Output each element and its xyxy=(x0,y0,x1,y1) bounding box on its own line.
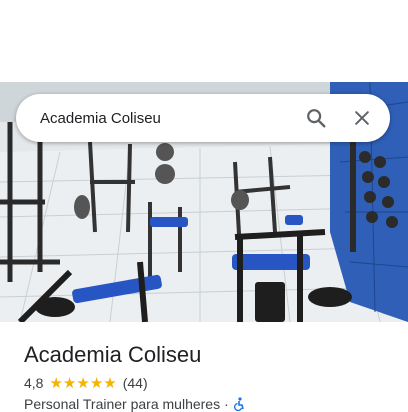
rating-row[interactable]: 4,8 ★ ★ ★ ★ ★ (44) xyxy=(24,375,148,391)
review-count[interactable]: (44) xyxy=(123,375,148,391)
search-icon xyxy=(307,109,326,128)
star-icon: ★ xyxy=(103,374,117,392)
search-input[interactable]: Academia Coliseu xyxy=(40,110,296,127)
search-bar[interactable]: Academia Coliseu xyxy=(16,94,390,142)
close-icon xyxy=(355,111,369,125)
search-button[interactable] xyxy=(296,98,336,138)
star-rating: ★ ★ ★ ★ ★ xyxy=(49,376,116,391)
star-icon: ★ xyxy=(49,374,63,392)
wheelchair-icon xyxy=(233,397,244,411)
place-category: Personal Trainer para mulheres xyxy=(24,396,221,412)
star-icon: ★ xyxy=(76,374,90,392)
place-info-panel: Academia Coliseu 4,8 ★ ★ ★ ★ ★ (44) Pers… xyxy=(0,322,408,412)
category-row: Personal Trainer para mulheres · xyxy=(24,396,245,412)
separator: · xyxy=(224,396,229,412)
top-blank-area xyxy=(0,0,408,82)
clear-search-button[interactable] xyxy=(342,98,382,138)
place-title: Academia Coliseu xyxy=(24,342,202,367)
star-icon: ★ xyxy=(89,374,104,392)
star-icon: ★ xyxy=(62,374,77,392)
rating-value: 4,8 xyxy=(24,375,44,391)
